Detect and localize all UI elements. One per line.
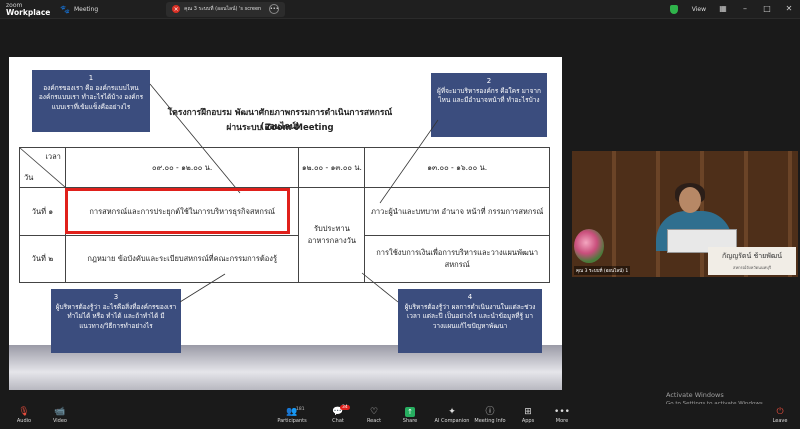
camera-off-icon: 📹 xyxy=(54,407,66,417)
share-screen-icon: ↑ xyxy=(405,407,415,417)
meeting-toolbar: 🎙 Audio 📹 Video 👥 181 Participants 💬 34 … xyxy=(0,404,800,429)
paw-icon: 🐾 xyxy=(60,4,70,14)
react-button[interactable]: ♡ React xyxy=(354,407,394,424)
day-1-afternoon: ภาวะผู้นำและบทบาท อำนาจ หน้าที่ กรรมการส… xyxy=(364,187,550,236)
day-2-afternoon: การใช้งบการเงินเพื่อการบริหารและวางแผนพั… xyxy=(364,235,550,283)
slide-subtitle: ผ่านระบบ Zoom Meeting xyxy=(226,123,334,133)
view-button[interactable]: View xyxy=(692,6,706,13)
zoom-logo: zoom Workplace xyxy=(6,2,51,17)
leave-button[interactable]: ⏻ Leave xyxy=(760,407,800,424)
lunch-cell: รับประทานอาหารกลางวัน xyxy=(298,187,366,283)
ai-sparkle-icon: ✦ xyxy=(448,407,456,417)
maximize-icon[interactable]: □ xyxy=(762,4,772,14)
more-options-icon[interactable]: ••• xyxy=(269,4,280,14)
microphone-muted-icon: 🎙 xyxy=(18,407,30,417)
participants-button[interactable]: 👥 181 Participants xyxy=(272,407,312,424)
title-bar: zoom Workplace 🐾 Meeting × คุณ 3 ระบบที่… xyxy=(0,0,800,19)
callout-3: 3 ผู้บริหารต้องรู้ว่า อะไรคือสิ่งที่องค์… xyxy=(51,289,181,353)
highlight-box xyxy=(65,188,290,234)
participant-name-label: คุณ 3 ระบบที่ (ออนไลน์) 1 xyxy=(574,266,631,275)
more-button[interactable]: ••• More xyxy=(542,407,582,424)
security-shield-icon[interactable] xyxy=(669,4,678,14)
callout-2: 2 ผู้ที่จะมาบริหารองค์กร คือใคร มาจากไหน… xyxy=(431,73,547,137)
day-2-morning: กฎหมาย ข้อบังคับและระเบียบสหกรณ์ที่คณะกร… xyxy=(64,235,300,283)
callout-1: 1 องค์กรของเรา คือ องค์กรแบบไหน องค์กรแบ… xyxy=(32,70,150,132)
chat-button[interactable]: 💬 34 Chat xyxy=(318,405,358,424)
ai-companion-button[interactable]: ✦ AI Companion xyxy=(430,407,474,424)
callout-4: 4 ผู้บริหารต้องรู้ว่า ผลการดำเนินงานในแต… xyxy=(398,289,542,353)
info-icon: ⓘ xyxy=(485,407,495,417)
participants-icon: 👥 xyxy=(286,407,298,417)
share-button[interactable]: ↑ Share xyxy=(390,407,430,424)
time-morning: ๐๙.๐๐ - ๑๒.๐๐ น. xyxy=(64,147,300,188)
time-afternoon: ๑๓.๐๐ - ๑๖.๐๐ น. xyxy=(364,147,550,188)
stop-share-icon[interactable]: × xyxy=(172,5,181,13)
meeting-info-button[interactable]: ⓘ Meeting Info xyxy=(470,407,510,424)
view-grid-icon[interactable]: ▦ xyxy=(718,4,728,14)
participant-video[interactable]: กัญญรัตน์ ช้ายพัฒน์ สหกรณ์จังหวัดนนทบุรี… xyxy=(572,151,798,277)
more-icon: ••• xyxy=(554,407,570,417)
close-icon[interactable]: ✕ xyxy=(784,4,794,14)
day-2: วันที่ ๒ xyxy=(19,235,66,283)
flower-vase xyxy=(574,229,604,263)
meeting-tab[interactable]: 🐾 Meeting xyxy=(52,0,106,19)
leave-icon: ⏻ xyxy=(776,407,784,417)
name-plate: กัญญรัตน์ ช้ายพัฒน์ สหกรณ์จังหวัดนนทบุรี xyxy=(708,247,796,275)
minimize-icon[interactable]: – xyxy=(740,4,750,14)
chat-icon: 💬 xyxy=(332,407,344,417)
video-button[interactable]: 📹 Video xyxy=(40,407,80,424)
audio-button[interactable]: 🎙 Audio xyxy=(4,407,44,424)
heart-icon: ♡ xyxy=(369,407,379,417)
screen-share-tab[interactable]: × คุณ 3 ระบบที่ (ออนไลน์) 's screen ••• xyxy=(166,1,286,17)
day-1: วันที่ ๑ xyxy=(19,187,66,236)
time-lunch: ๑๒.๐๐ - ๑๓.๐๐ น. xyxy=(298,147,366,188)
table-corner: เวลา วัน xyxy=(19,147,66,188)
